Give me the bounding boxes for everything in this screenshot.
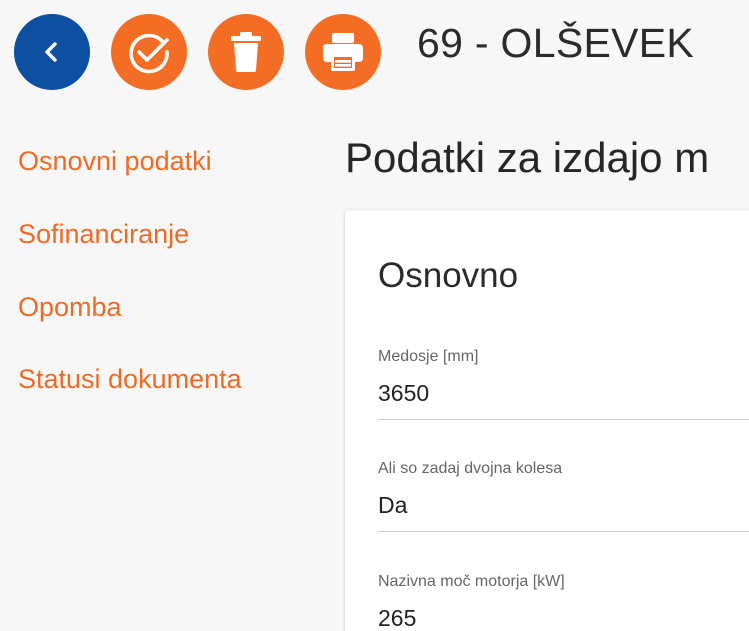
print-button[interactable] <box>305 14 381 90</box>
printer-icon <box>323 33 363 71</box>
field-value[interactable]: 3650 <box>378 379 749 407</box>
sidebar-item-osnovni-podatki[interactable]: Osnovni podatki <box>18 143 242 180</box>
card-title: Osnovno <box>378 256 519 295</box>
field-value[interactable]: Da <box>378 491 749 519</box>
field-value[interactable]: 265 <box>378 604 749 631</box>
sidebar-item-statusi-dokumenta[interactable]: Statusi dokumenta <box>18 361 242 398</box>
trash-icon <box>231 32 261 72</box>
field-underline <box>378 531 749 532</box>
sidebar-item-sofinanciranje[interactable]: Sofinanciranje <box>18 216 242 253</box>
page: 69 - OLŠEVEK Osnovni podatki Sofinancira… <box>0 0 749 631</box>
confirm-button[interactable] <box>111 14 187 90</box>
section-title: Podatki za izdajo m <box>345 134 710 181</box>
document-title: 69 - OLŠEVEK <box>417 20 695 66</box>
field-underline <box>378 419 749 420</box>
field-label: Medosje [mm] <box>378 348 479 365</box>
basic-info-card: Osnovno Medosje [mm] 3650 Ali so zadaj d… <box>345 210 749 631</box>
delete-button[interactable] <box>208 14 284 90</box>
back-button[interactable] <box>14 14 90 90</box>
chevron-left-icon <box>45 42 57 62</box>
field-label: Nazivna moč motorja [kW] <box>378 573 565 590</box>
engine-power-field[interactable]: Nazivna moč motorja [kW] 265 <box>378 572 749 631</box>
toolbar <box>14 14 402 90</box>
sidebar-item-opomba[interactable]: Opomba <box>18 289 242 326</box>
wheelbase-field[interactable]: Medosje [mm] 3650 <box>378 347 749 420</box>
check-circle-icon <box>129 33 169 74</box>
sidebar-nav: Osnovni podatki Sofinanciranje Opomba St… <box>18 143 242 434</box>
field-label: Ali so zadaj dvojna kolesa <box>378 460 563 477</box>
dual-rear-wheels-field[interactable]: Ali so zadaj dvojna kolesa Da <box>378 459 749 532</box>
